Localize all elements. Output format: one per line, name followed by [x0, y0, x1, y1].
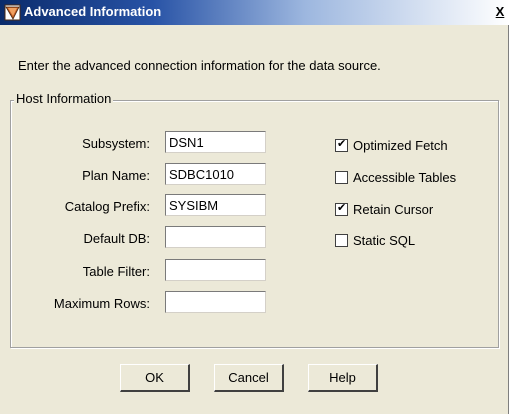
subsystem-label: Subsystem:: [82, 136, 150, 151]
check-mark-icon: ✔: [337, 202, 347, 214]
ok-mnemonic: O: [145, 370, 156, 385]
retain-cursor-label: Retain Cursor: [353, 202, 434, 217]
maximum-rows-input[interactable]: [165, 291, 266, 313]
help-label-rest: elp: [338, 370, 356, 385]
database-app-icon: [4, 4, 21, 21]
default-db-label: Default DB:: [83, 231, 150, 246]
catalog-prefix-label: Catalog Prefix:: [64, 199, 150, 214]
help-mnemonic: H: [329, 370, 339, 385]
plan-name-input[interactable]: [165, 163, 266, 185]
ok-button[interactable]: OK: [120, 364, 190, 392]
window-title: Advanced Information: [24, 4, 162, 19]
cancel-label-rest: ancel: [237, 370, 269, 385]
advanced-information-dialog: Advanced Information X Enter the advance…: [0, 0, 509, 414]
ok-label-rest: K: [155, 370, 164, 385]
accessible-tables-label: Accessible Tables: [353, 170, 457, 185]
cancel-button[interactable]: Cancel: [214, 364, 284, 392]
catalog-prefix-input[interactable]: [165, 194, 266, 216]
checkbox-box[interactable]: ✔: [335, 202, 348, 216]
table-filter-input[interactable]: [165, 259, 266, 281]
static-sql-label: Static SQL: [353, 233, 416, 248]
checkbox-box[interactable]: ✔: [335, 138, 348, 152]
close-button[interactable]: X: [493, 4, 507, 20]
table-filter-label: Table Filter:: [82, 264, 150, 279]
default-db-input[interactable]: [165, 226, 266, 248]
host-information-legend: Host Information: [14, 91, 114, 106]
checkbox-box[interactable]: [335, 234, 348, 247]
plan-name-label: Plan Name:: [82, 168, 150, 183]
maximum-rows-label: Maximum Rows:: [53, 296, 150, 311]
help-button[interactable]: Help: [308, 364, 378, 392]
cancel-mnemonic: C: [228, 370, 238, 385]
optimized-fetch-label: Optimized Fetch: [353, 138, 448, 153]
check-mark-icon: ✔: [337, 138, 347, 150]
intro-text: Enter the advanced connection informatio…: [18, 58, 381, 73]
title-bar[interactable]: Advanced Information X: [0, 0, 509, 25]
checkbox-box[interactable]: [335, 171, 348, 184]
subsystem-input[interactable]: [165, 131, 266, 153]
